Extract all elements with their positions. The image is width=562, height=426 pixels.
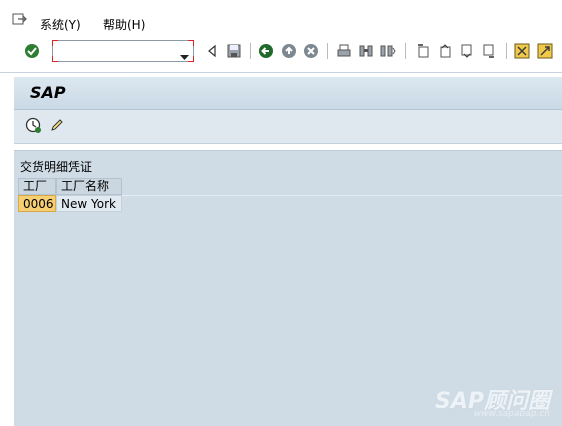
previous-page-icon[interactable] (437, 43, 453, 59)
column-header-plant[interactable]: 工厂 (18, 178, 56, 195)
list-title: 交货明细凭证 (20, 160, 93, 174)
create-session-icon[interactable] (514, 43, 530, 59)
chevron-down-icon[interactable] (180, 49, 189, 63)
enter-icon[interactable] (24, 43, 40, 59)
command-field[interactable] (52, 40, 194, 62)
command-field-corner (52, 40, 58, 46)
back-triangle-icon[interactable] (204, 43, 220, 59)
exit-icon[interactable] (281, 43, 297, 59)
toolbar-separator (506, 43, 507, 59)
menu-icon[interactable] (12, 13, 28, 27)
toolbar-separator (327, 43, 328, 59)
title-bar: SAP (14, 77, 562, 110)
pencil-icon[interactable] (49, 117, 65, 136)
table-cell-plant[interactable]: 0006 (18, 195, 56, 212)
table-cell-plant-name[interactable]: New York (56, 195, 122, 212)
standard-toolbar (0, 36, 562, 73)
print-icon[interactable] (336, 43, 352, 59)
next-page-icon[interactable] (459, 43, 475, 59)
toolbar-separator (405, 43, 406, 59)
save-icon[interactable] (226, 43, 242, 59)
back-icon[interactable] (258, 43, 274, 59)
find-next-icon[interactable] (380, 43, 396, 59)
execute-icon[interactable] (25, 117, 41, 136)
menu-bar: 系统(Y) 帮助(H) (0, 0, 562, 36)
application-toolbar (14, 110, 562, 144)
column-header-plant-name[interactable]: 工厂名称 (56, 178, 122, 195)
shortcut-icon[interactable] (537, 43, 553, 59)
first-page-icon[interactable] (415, 43, 431, 59)
page-title: SAP (30, 83, 66, 102)
command-field-corner (188, 40, 194, 46)
watermark: SAP顾问圈 www.sapabap.cn (428, 383, 554, 421)
watermark-url: www.sapabap.cn (473, 409, 550, 419)
command-field-corner (52, 56, 58, 62)
last-page-icon[interactable] (481, 43, 497, 59)
cancel-icon[interactable] (303, 43, 319, 59)
menu-system[interactable]: 系统(Y) (40, 16, 81, 33)
menu-help[interactable]: 帮助(H) (103, 16, 145, 33)
toolbar-separator (250, 43, 251, 59)
find-icon[interactable] (358, 43, 374, 59)
